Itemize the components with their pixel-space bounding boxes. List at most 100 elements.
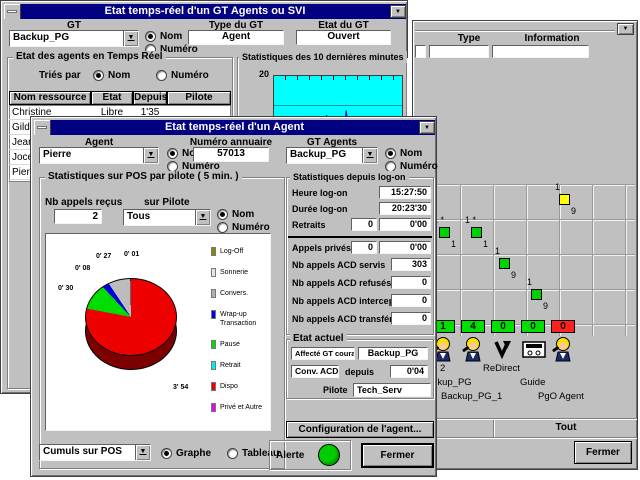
information-field[interactable] xyxy=(492,45,589,58)
overview-fermer-button[interactable]: Fermer xyxy=(574,441,632,464)
etat-actuel-title: Etat actuel xyxy=(290,333,347,345)
window-menu-arrow-button[interactable]: ▼ xyxy=(390,5,406,18)
agent-node[interactable] xyxy=(471,227,482,238)
dropdown-arrow-icon[interactable]: ▼ xyxy=(362,148,377,163)
agent-node[interactable] xyxy=(499,258,510,269)
radio-icon xyxy=(227,448,238,459)
radio-label: Nom xyxy=(400,148,422,159)
pie-chart xyxy=(85,278,177,356)
alerte-indicator xyxy=(318,444,340,466)
window-menu-arrow-button[interactable]: ▼ xyxy=(419,121,435,134)
system-menu-button[interactable] xyxy=(34,120,51,135)
etat-du-gt-field: Ouvert xyxy=(296,30,391,45)
graphe-radio[interactable]: Graphe xyxy=(161,448,211,459)
agent-node[interactable] xyxy=(439,227,450,238)
dropdown-arrow-icon[interactable]: ▼ xyxy=(143,148,158,163)
sort-nom-radio[interactable]: Nom xyxy=(93,70,130,81)
status-count-box[interactable]: 0 xyxy=(491,320,515,333)
node-top-label: 1 xyxy=(495,246,500,256)
sort-numero-radio[interactable]: Numéro xyxy=(156,70,209,81)
acd-transferes-label: Nb appels ACD transférés xyxy=(292,314,403,324)
legend-label: Sonnerie xyxy=(220,268,248,277)
legend-item: Pause xyxy=(211,340,275,349)
legend-label: Wrap-up Transaction xyxy=(220,310,275,328)
agent-select[interactable]: Pierre ▼ xyxy=(39,147,159,164)
cumuls-select-value: Cumuls sur POS xyxy=(43,446,122,457)
acd-interceptes-field: 0 xyxy=(391,294,431,307)
column-header-etat[interactable]: Etat xyxy=(91,91,133,105)
sur-pilote-select[interactable]: Tous ▼ xyxy=(123,209,211,226)
radio-icon xyxy=(217,222,228,233)
pie-legend: Log-Off Sonnerie Convers. Wrap-up Transa… xyxy=(211,247,275,424)
y-axis-tick: 20 xyxy=(245,69,269,79)
scroll-down-button[interactable]: ▼ xyxy=(617,23,634,35)
radio-label: Numéro xyxy=(160,44,198,55)
sort-by-label: Triés par xyxy=(39,70,81,81)
gt-select-value: Backup_PG xyxy=(13,32,69,43)
tape-icon[interactable] xyxy=(522,341,546,358)
radio-label: Graphe xyxy=(176,448,211,459)
type-field[interactable] xyxy=(429,45,489,58)
status-count-box[interactable]: 0 xyxy=(551,320,575,333)
legend-swatch xyxy=(211,361,216,370)
appels-prives-duration-field: 0'00 xyxy=(379,241,431,254)
cumuls-select[interactable]: Cumuls sur POS ▼ xyxy=(39,444,151,461)
radio-label: Nom xyxy=(232,209,254,220)
legend-item: Dispo xyxy=(211,382,275,391)
pilote-label: Pilote xyxy=(323,385,348,395)
pilote-nom-radio[interactable]: Nom xyxy=(217,209,254,220)
legend-item: Privé et Autre xyxy=(211,403,275,412)
depuis-field: 0'04 xyxy=(390,365,428,378)
pie-value-label: 0' 30 xyxy=(58,285,73,292)
chevron-down-icon: ▼ xyxy=(623,26,629,32)
agent-node[interactable] xyxy=(559,194,570,205)
node-bottom-label: 9 xyxy=(511,270,516,280)
node-bottom-label: 1 xyxy=(483,239,488,249)
acd-refuses-field: 0 xyxy=(391,276,431,289)
status-count-box[interactable]: 4 xyxy=(461,320,485,333)
gt-select[interactable]: Backup_PG ▼ xyxy=(9,30,139,47)
gt-agents-nom-radio[interactable]: Nom xyxy=(385,148,422,159)
column-header-pilote[interactable]: Pilote xyxy=(167,91,231,105)
nb-appels-recus-field[interactable]: 2 xyxy=(54,209,102,224)
acd-interceptes-label: Nb appels ACD interceptés xyxy=(292,296,407,306)
tab-tout[interactable]: Tout xyxy=(495,422,637,433)
gt-courant-box[interactable]: Backup_PG xyxy=(358,347,428,360)
dropdown-arrow-icon[interactable]: ▼ xyxy=(135,445,150,460)
radio-label: Numéro xyxy=(171,70,209,81)
status-count-box[interactable]: 0 xyxy=(521,320,545,333)
agent-window-titlebar[interactable]: Etat temps-réel d'un Agent xyxy=(34,120,435,135)
gt-nom-radio[interactable]: Nom xyxy=(145,31,182,42)
agent-icon[interactable] xyxy=(552,336,574,362)
overview-small-field[interactable] xyxy=(415,45,426,58)
pie-value-label: 0' 27 xyxy=(96,253,111,260)
configuration-button[interactable]: Configuration de l'agent... xyxy=(286,421,434,438)
depuis-label: depuis xyxy=(345,367,374,377)
heure-logon-label: Heure log-on xyxy=(292,188,348,198)
column-header-depuis[interactable]: Depuis xyxy=(133,91,167,105)
agent-flow-grid xyxy=(427,184,635,336)
group-label-backup-pg-1: Backup_PG_1 xyxy=(441,391,502,402)
legend-swatch xyxy=(211,289,216,298)
dropdown-arrow-icon[interactable]: ▼ xyxy=(123,31,138,46)
gt-agents-select[interactable]: Backup_PG ▼ xyxy=(286,147,378,164)
agent-node[interactable] xyxy=(531,289,542,300)
node-top-label: 1 xyxy=(527,277,532,287)
gt-window-titlebar[interactable]: Etat temps-réel d'un GT Agents ou SVI xyxy=(4,4,406,19)
column-header-nom[interactable]: Nom ressource xyxy=(9,91,91,105)
system-menu-button[interactable] xyxy=(4,4,21,19)
group-label-partial: 2 xyxy=(440,363,445,374)
group-label-pg0-agent: PgO Agent xyxy=(538,391,584,402)
divider xyxy=(415,30,615,32)
duree-logon-label: Durée log-on xyxy=(292,204,348,214)
agent-fermer-button[interactable]: Fermer xyxy=(361,443,434,468)
redirect-icon[interactable] xyxy=(494,339,514,359)
agent-icon[interactable] xyxy=(462,336,484,362)
duree-logon-field: 20:23'30 xyxy=(379,202,431,215)
dropdown-arrow-icon[interactable]: ▼ xyxy=(195,210,210,225)
pilote-numero-radio[interactable]: Numéro xyxy=(217,222,270,233)
radio-label: Nom xyxy=(160,31,182,42)
numero-annuaire-field[interactable]: 57013 xyxy=(193,147,269,162)
affecte-gt-box[interactable]: Affecté GT courant xyxy=(291,347,355,360)
legend-swatch xyxy=(211,247,216,256)
